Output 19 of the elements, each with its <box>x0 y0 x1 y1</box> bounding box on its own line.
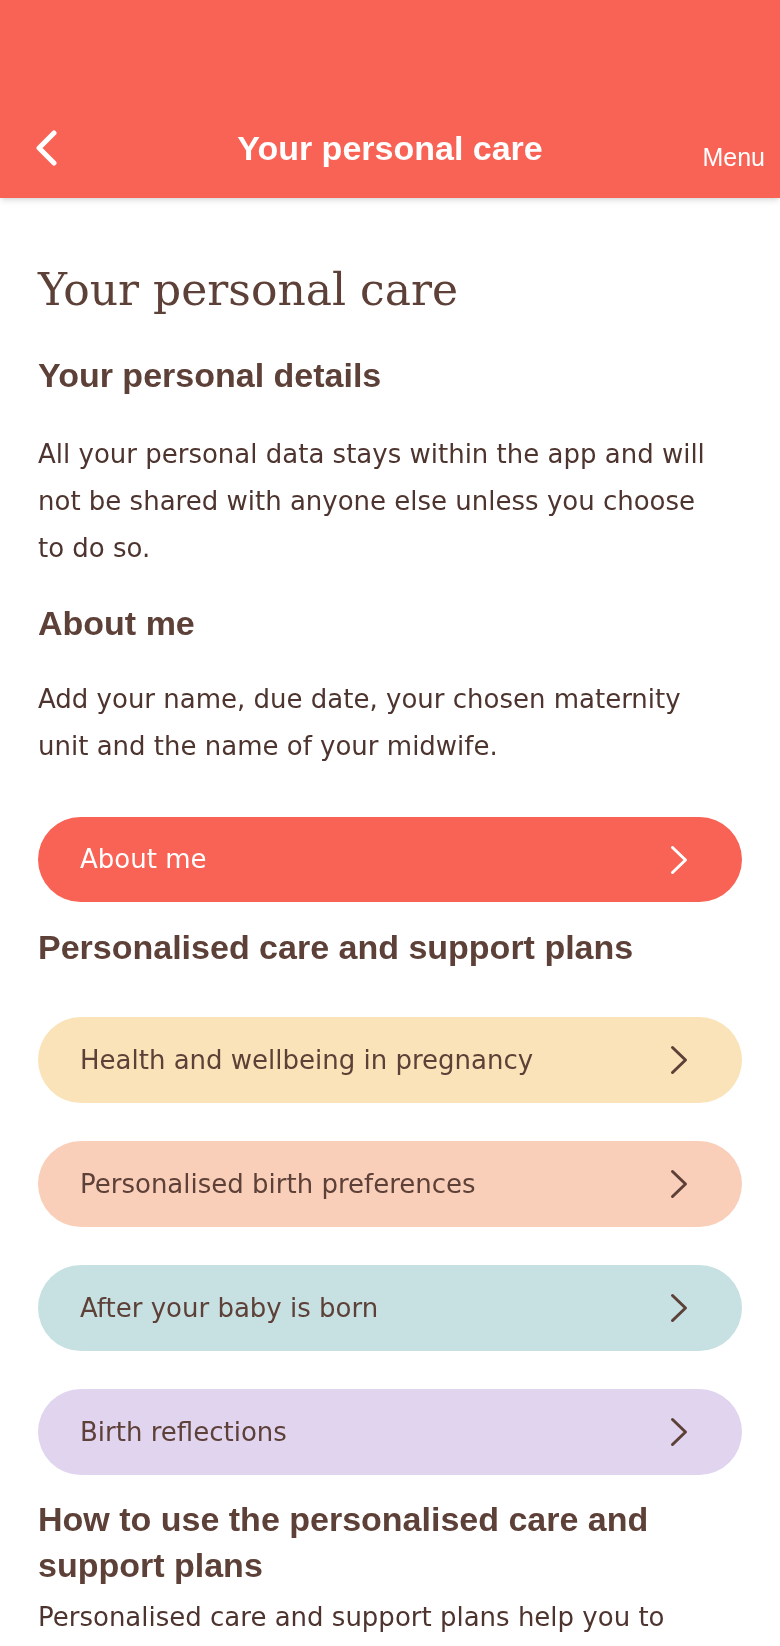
section-heading: Personalised care and support plans <box>38 927 635 967</box>
paragraph: Personalised care and support plans help you to <box>38 1601 666 1634</box>
plan-button[interactable]: Birth reflections <box>38 1389 742 1475</box>
chevron-right-icon <box>670 1045 688 1075</box>
paragraph: Add your name, due date, your chosen maternity unit and the name of your midwife. <box>38 683 682 763</box>
section-heading: Your personal details <box>38 355 383 395</box>
chevron-right-icon <box>670 1417 688 1447</box>
section-heading: About me <box>38 603 196 643</box>
plan-button[interactable]: After your baby is born <box>38 1265 742 1351</box>
chevron-right-icon <box>670 1293 688 1323</box>
app-bar-title: Your personal care <box>237 128 543 169</box>
chevron-right-icon <box>670 1169 688 1199</box>
paragraph: All your personal data stays within the app and will not be shared with anyone else unless you choose to do so. <box>38 438 706 565</box>
section-heading: How to use the personalised care and support plans <box>38 1499 650 1586</box>
chevron-right-icon <box>670 844 688 875</box>
page-title: Your personal care <box>38 263 459 317</box>
plan-button[interactable]: Personalised birth preferences <box>38 1141 742 1227</box>
back-icon[interactable] <box>34 130 58 166</box>
plan-button[interactable]: Health and wellbeing in pregnancy <box>38 1017 742 1103</box>
